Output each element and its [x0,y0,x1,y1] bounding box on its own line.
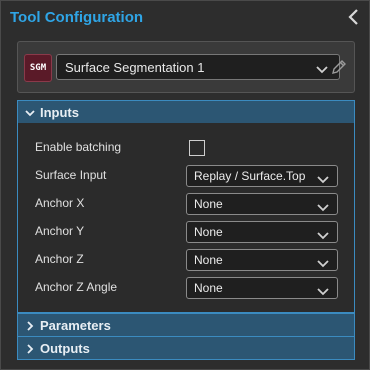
surface-input-label: Surface Input [35,168,107,182]
anchor-y-dropdown[interactable]: None [186,221,338,243]
anchor-x-dropdown[interactable]: None [186,193,338,215]
row-surface-input: Surface Input Replay / Surface.Top [18,164,354,188]
outputs-section-header[interactable]: Outputs [18,337,354,359]
chevron-down-icon [316,228,330,240]
enable-batching-checkbox[interactable] [189,140,205,156]
pencil-icon[interactable] [330,58,348,76]
anchor-z-dropdown[interactable]: None [186,249,338,271]
anchor-z-angle-label: Anchor Z Angle [35,280,118,294]
surface-input-value: Replay / Surface.Top [194,169,306,183]
tool-select-value: Surface Segmentation 1 [65,60,205,75]
anchor-z-angle-value: None [194,281,223,295]
tool-type-badge: SGM [24,54,52,82]
panel-header: Tool Configuration [1,1,369,33]
anchor-y-label: Anchor Y [35,224,85,238]
surface-input-dropdown[interactable]: Replay / Surface.Top [186,165,338,187]
chevron-down-icon [315,62,329,74]
row-anchor-z: Anchor Z None [18,248,354,272]
tool-select[interactable]: Surface Segmentation 1 [56,54,340,80]
inputs-section: Inputs Enable batching Surface Input Rep… [17,100,355,313]
tool-configuration-panel: Tool Configuration SGM Surface Segmentat… [0,0,370,370]
chevron-down-icon [24,106,36,118]
chevron-down-icon [316,284,330,296]
chevron-left-icon[interactable] [345,7,363,27]
chevron-down-icon [316,200,330,212]
anchor-x-value: None [194,197,223,211]
inputs-section-label: Inputs [40,105,79,120]
outputs-section-label: Outputs [40,341,90,356]
anchor-y-value: None [194,225,223,239]
anchor-z-label: Anchor Z [35,252,84,266]
row-anchor-x: Anchor X None [18,192,354,216]
row-anchor-z-angle: Anchor Z Angle None [18,276,354,300]
enable-batching-label: Enable batching [35,140,122,154]
anchor-z-angle-dropdown[interactable]: None [186,277,338,299]
row-enable-batching: Enable batching [18,136,354,160]
parameters-section-header[interactable]: Parameters [18,314,354,336]
chevron-down-icon [316,256,330,268]
parameters-section: Parameters [17,313,355,337]
chevron-right-icon [24,319,36,331]
row-anchor-y: Anchor Y None [18,220,354,244]
chevron-down-icon [316,172,330,184]
parameters-section-label: Parameters [40,318,111,333]
chevron-right-icon [24,342,36,354]
anchor-z-value: None [194,253,223,267]
outputs-section: Outputs [17,336,355,360]
inputs-section-header[interactable]: Inputs [18,101,354,123]
tool-selector-box: SGM Surface Segmentation 1 [17,41,355,93]
panel-title: Tool Configuration [10,9,144,26]
anchor-x-label: Anchor X [35,196,85,210]
